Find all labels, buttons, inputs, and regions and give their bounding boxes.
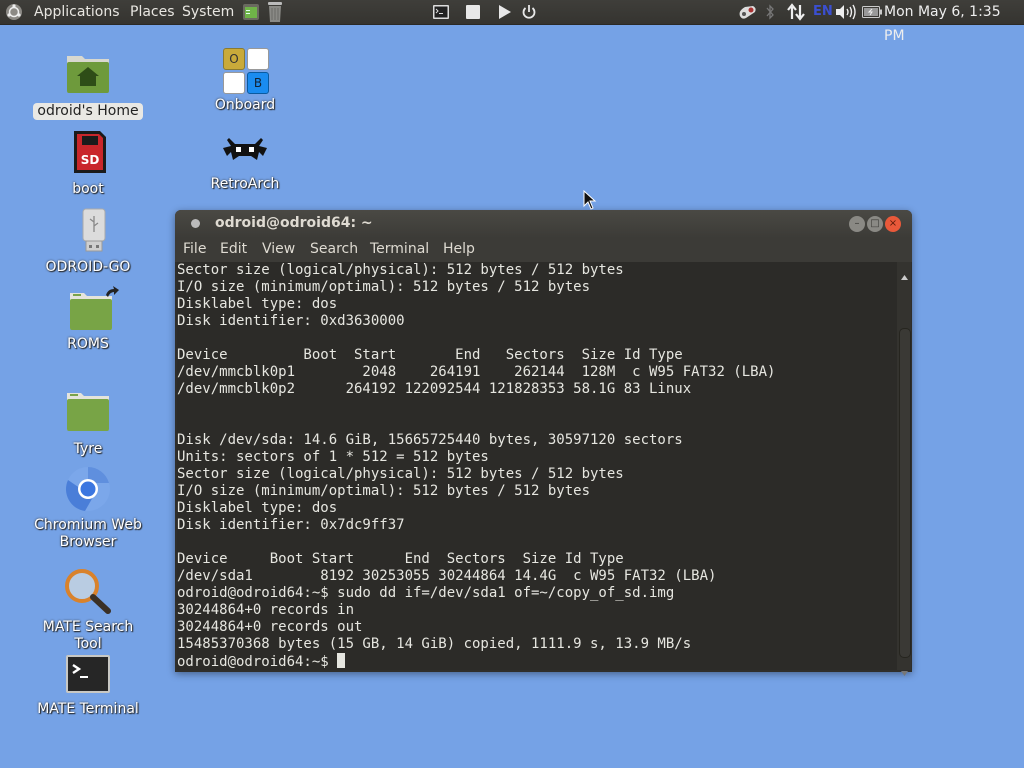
menu-terminal[interactable]: Terminal (370, 241, 429, 257)
mate-logo-icon[interactable] (5, 3, 23, 25)
terminal-titlebar[interactable]: odroid@odroid64: ~ – □ × (175, 210, 912, 238)
gamepad-icon[interactable] (736, 4, 758, 24)
terminal-line: Disklabel type: dos (177, 500, 338, 516)
mate-terminal-launcher-icon[interactable] (243, 4, 259, 24)
chromium-icon (64, 466, 112, 514)
desktop-icon-mate-search[interactable]: MATE Search Tool (28, 568, 148, 653)
top-panel: Applications Places System EN Mon May 6,… (0, 0, 1024, 44)
scroll-up-icon[interactable] (901, 265, 908, 284)
folder-link-icon (64, 285, 119, 333)
desktop-icon-label: ROMS (67, 336, 109, 352)
terminal-icon[interactable] (433, 5, 449, 23)
menu-applications[interactable]: Applications (34, 0, 120, 24)
menu-places[interactable]: Places (130, 0, 175, 24)
terminal-line: Disk identifier: 0x7dc9ff37 (177, 517, 405, 533)
volume-icon[interactable] (835, 4, 857, 24)
menu-system[interactable]: System (182, 0, 234, 24)
retroarch-icon (221, 134, 269, 170)
terminal-line: 30244864+0 records out (177, 619, 363, 635)
terminal-line: Disk identifier: 0xd3630000 (177, 313, 405, 329)
stop-icon[interactable] (466, 5, 480, 23)
sd-card-icon: SD (64, 130, 112, 178)
play-icon[interactable] (498, 4, 512, 24)
desktop-icon-boot[interactable]: SD boot (28, 130, 148, 198)
desktop-icon-label: Tyre (73, 441, 103, 457)
terminal-prompt-line[interactable]: odroid@odroid64:~$ (177, 653, 897, 670)
network-icon[interactable] (787, 3, 805, 25)
terminal-line: 30244864+0 records in (177, 602, 355, 618)
scroll-down-icon[interactable] (901, 661, 908, 680)
desktop-icon-label: ODROID-GO (45, 259, 131, 275)
menu-edit[interactable]: Edit (220, 241, 247, 257)
window-menu-icon[interactable] (191, 219, 200, 228)
terminal-line: 15485370368 bytes (15 GB, 14 GiB) copied… (177, 636, 692, 652)
onboard-key-blank (247, 48, 269, 70)
battery-icon[interactable] (862, 6, 882, 22)
desktop-icon-label: odroid's Home (33, 103, 143, 120)
home-folder-icon (64, 52, 112, 100)
onboard-keyboard-icon: O B (221, 46, 269, 96)
terminal-line: /dev/mmcblk0p1 2048 264191 262144 128M c… (177, 364, 776, 380)
desktop-icon-roms[interactable]: ROMS (28, 285, 148, 353)
desktop-icon-label: RetroArch (210, 176, 280, 192)
terminal-line: Device Boot Start End Sectors Size Id Ty… (177, 551, 624, 567)
text-cursor (337, 653, 346, 668)
onboard-key-b: B (247, 72, 269, 94)
desktop-icon-retroarch[interactable]: RetroArch (185, 134, 305, 193)
terminal-lines: Sector size (logical/physical): 512 byte… (177, 262, 897, 670)
power-icon[interactable] (521, 4, 537, 24)
bluetooth-icon[interactable] (765, 4, 775, 24)
terminal-line: Device Boot Start End Sectors Size Id Ty… (177, 347, 683, 363)
terminal-line: Disk /dev/sda: 14.6 GiB, 15665725440 byt… (177, 432, 683, 448)
menu-view[interactable]: View (262, 241, 295, 257)
terminal-line: Sector size (logical/physical): 512 byte… (177, 466, 624, 482)
terminal-window: odroid@odroid64: ~ – □ × File Edit View … (175, 210, 912, 676)
onboard-key-o: O (223, 48, 245, 70)
close-button[interactable]: × (885, 216, 901, 232)
menu-help[interactable]: Help (443, 241, 475, 257)
desktop-icon-label: Chromium Web Browser (34, 517, 142, 550)
menu-file[interactable]: File (183, 241, 206, 257)
onboard-key-blank (223, 72, 245, 94)
terminal-app-icon (64, 650, 112, 698)
desktop-icon-tyre[interactable]: Tyre (28, 390, 148, 458)
desktop-icon-label: MATE Terminal (37, 701, 139, 717)
desktop-icon-home[interactable]: odroid's Home (28, 52, 148, 120)
terminal-line: I/O size (minimum/optimal): 512 bytes / … (177, 279, 591, 295)
window-title: odroid@odroid64: ~ (215, 215, 373, 231)
svg-text:SD: SD (81, 153, 100, 167)
desktop-icon-label: MATE Search Tool (42, 619, 134, 652)
terminal-line: odroid@odroid64:~$ sudo dd if=/dev/sda1 … (177, 585, 675, 601)
minimize-button[interactable]: – (849, 216, 865, 232)
maximize-button[interactable]: □ (867, 216, 883, 232)
desktop-icon-mate-terminal[interactable]: MATE Terminal (28, 650, 148, 718)
terminal-output[interactable]: Sector size (logical/physical): 512 byte… (177, 262, 897, 670)
search-tool-icon (64, 568, 112, 616)
folder-icon (64, 390, 112, 438)
menu-search[interactable]: Search (310, 241, 358, 257)
terminal-line: Disklabel type: dos (177, 296, 338, 312)
terminal-line: /dev/mmcblk0p2 264192 122092544 12182835… (177, 381, 692, 397)
usb-drive-icon (64, 208, 112, 256)
terminal-line: I/O size (minimum/optimal): 512 bytes / … (177, 483, 591, 499)
desktop-icon-chromium[interactable]: Chromium Web Browser (28, 466, 148, 551)
clock[interactable]: Mon May 6, 1:35 PM (884, 0, 1024, 44)
terminal-line: Units: sectors of 1 * 512 = 512 bytes (177, 449, 489, 465)
terminal-scrollbar[interactable] (897, 262, 911, 676)
desktop-icon-odroid-go[interactable]: ODROID-GO (28, 208, 148, 276)
desktop-icon-onboard[interactable]: O B Onboard (185, 46, 305, 114)
terminal-prompt: odroid@odroid64:~$ (177, 654, 338, 670)
trash-icon[interactable] (266, 1, 284, 27)
scrollbar-thumb[interactable] (899, 328, 911, 658)
keyboard-layout-indicator[interactable]: EN (813, 0, 833, 24)
terminal-line: Sector size (logical/physical): 512 byte… (177, 262, 624, 278)
desktop-icon-label: Onboard (214, 97, 276, 113)
terminal-menubar: File Edit View Search Terminal Help (175, 238, 912, 262)
desktop-icon-label: boot (72, 181, 104, 197)
terminal-line: /dev/sda1 8192 30253055 30244864 14.4G c… (177, 568, 717, 584)
